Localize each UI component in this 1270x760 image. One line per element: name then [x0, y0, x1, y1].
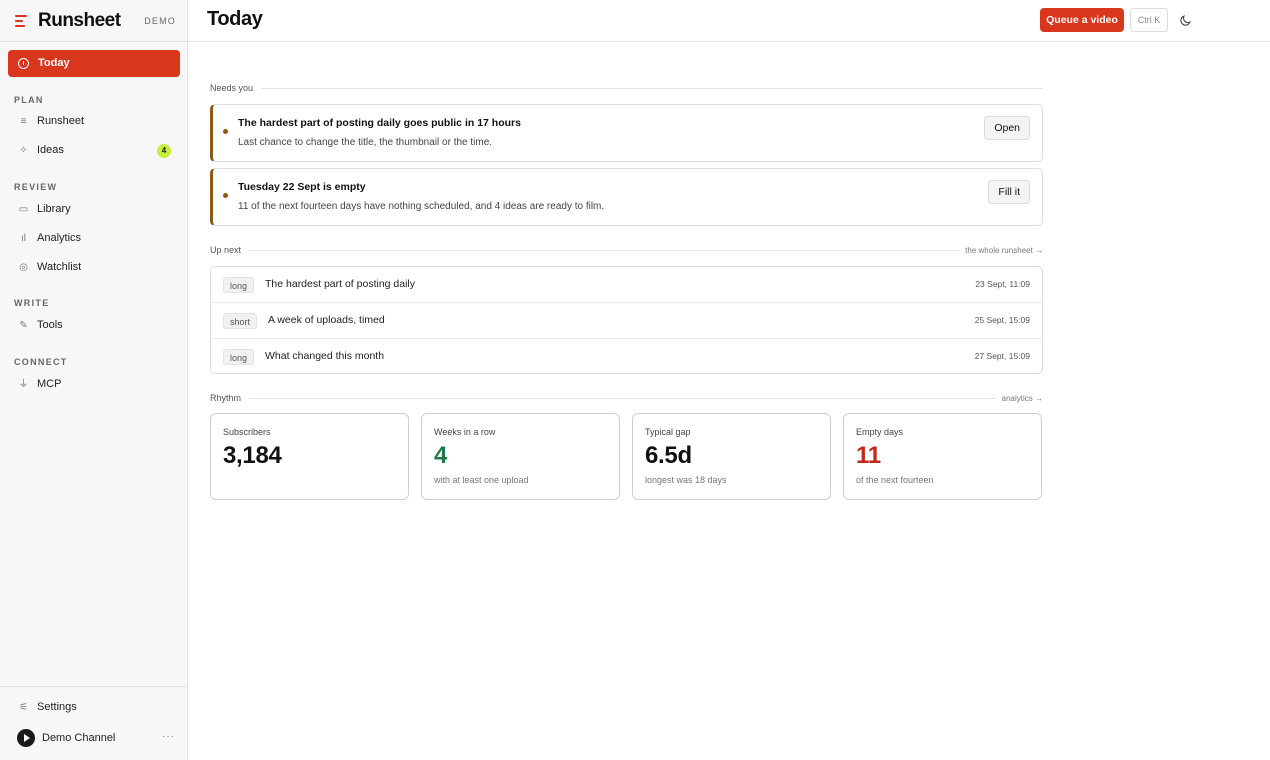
alert-dot: [223, 193, 228, 198]
section-title-review: REVIEW: [14, 182, 58, 192]
moon-icon[interactable]: [1180, 14, 1192, 26]
list-item[interactable]: long What changed this month 27 Sept, 15…: [211, 339, 1042, 375]
queue-video-button[interactable]: Queue a video: [1040, 8, 1124, 32]
sidebar: Runsheet DEMO Today PLAN ≡ Runsheet ✧ Id…: [0, 0, 188, 760]
page-title: Today: [207, 8, 263, 30]
sidebar-item-label: Ideas: [37, 144, 64, 156]
sidebar-item-settings[interactable]: ⚟ Settings: [8, 696, 180, 720]
alert-title: Tuesday 22 Sept is empty: [238, 181, 366, 193]
sidebar-item-runsheet[interactable]: ≡ Runsheet: [8, 110, 180, 134]
sliders-icon: ⚟: [19, 702, 28, 713]
stat-value: 4: [434, 442, 448, 469]
alert-dot: [223, 129, 228, 134]
list-icon: ≡: [20, 116, 27, 127]
fill-it-button[interactable]: Fill it: [988, 180, 1030, 204]
section-divider: [210, 250, 1043, 251]
demo-badge: DEMO: [144, 16, 176, 26]
more-options-icon[interactable]: ···: [162, 731, 175, 742]
section-label-rhythm: Rhythm: [210, 393, 250, 403]
sidebar-item-label: Runsheet: [37, 115, 85, 127]
sidebar-item-label: MCP: [37, 378, 62, 390]
open-button[interactable]: Open: [984, 116, 1030, 140]
section-divider: [210, 88, 1043, 89]
sidebar-item-tools[interactable]: ✎ Tools: [8, 314, 180, 338]
sidebar-item-watchlist[interactable]: ◎ Watchlist: [8, 256, 180, 280]
stat-card-empty-days: Empty days 11 of the next fourteen: [843, 413, 1042, 500]
sidebar-item-today[interactable]: Today: [8, 50, 180, 77]
section-title-plan: PLAN: [14, 95, 44, 105]
stat-card-weeks-in-a-row: Weeks in a row 4 with at least one uploa…: [421, 413, 620, 500]
section-title-connect: CONNECT: [14, 357, 68, 367]
video-title: A week of uploads, timed: [268, 314, 385, 326]
sidebar-item-label: Settings: [37, 701, 77, 713]
clock-icon: [18, 58, 29, 69]
stat-card-typical-gap: Typical gap 6.5d longest was 18 days: [632, 413, 831, 500]
scheduled-time: 25 Sept, 15:09: [974, 315, 1030, 325]
bar-chart-icon: ıl: [21, 233, 26, 244]
whole-runsheet-link[interactable]: the whole runsheet →: [959, 246, 1043, 255]
video-title: What changed this month: [265, 350, 385, 362]
section-label-up-next: Up next: [210, 245, 250, 255]
menu-icon[interactable]: [15, 15, 27, 27]
stat-value: 11: [856, 442, 881, 469]
list-item[interactable]: long The hardest part of posting daily 2…: [211, 267, 1042, 303]
stat-value: 6.5d: [645, 442, 692, 469]
stat-label: Typical gap: [645, 427, 691, 437]
format-tag: short: [223, 313, 258, 329]
up-next-list: long The hardest part of posting daily 2…: [210, 266, 1043, 374]
scheduled-time: 27 Sept, 15:09: [974, 351, 1030, 361]
format-tag: long: [223, 277, 255, 293]
sidebar-item-label: Tools: [37, 319, 63, 331]
app-logo: Runsheet: [38, 10, 121, 31]
top-header: Today Queue a video Ctrl K: [188, 0, 1270, 42]
alert-card: The hardest part of posting daily goes p…: [210, 104, 1043, 162]
library-icon: ▭: [18, 204, 29, 215]
sidebar-item-label: Analytics: [37, 232, 82, 244]
ideas-count-badge: 4: [157, 144, 171, 158]
command-palette-shortcut[interactable]: Ctrl K: [1130, 8, 1168, 32]
format-tag: long: [223, 349, 255, 365]
channel-name[interactable]: Demo Channel: [42, 732, 115, 744]
stat-note: longest was 18 days: [645, 475, 727, 485]
target-icon: ◎: [19, 262, 28, 273]
alert-title: The hardest part of posting daily goes p…: [238, 117, 521, 129]
section-label-needs-you: Needs you: [210, 83, 262, 93]
sidebar-item-ideas[interactable]: ✧ Ideas 4: [8, 139, 180, 163]
video-title: The hardest part of posting daily: [265, 278, 416, 290]
scheduled-time: 23 Sept, 11:09: [975, 279, 1030, 289]
sidebar-item-label: Library: [37, 203, 71, 215]
brand-bar: Runsheet DEMO: [0, 0, 188, 42]
analytics-link[interactable]: analytics →: [995, 394, 1043, 403]
pencil-icon: ✎: [19, 320, 28, 331]
sidebar-item-label: Watchlist: [37, 261, 82, 273]
plug-icon: ⏚: [18, 379, 29, 390]
sidebar-item-label: Today: [38, 57, 70, 69]
stat-label: Subscribers: [223, 427, 271, 437]
sidebar-item-analytics[interactable]: ıl Analytics: [8, 227, 180, 251]
stat-note: with at least one upload: [434, 475, 529, 485]
list-item[interactable]: short A week of uploads, timed 25 Sept, …: [211, 303, 1042, 339]
stat-value: 3,184: [223, 442, 282, 469]
sidebar-item-mcp[interactable]: ⏚ MCP: [8, 373, 180, 397]
stat-card-subscribers: Subscribers 3,184: [210, 413, 409, 500]
stat-label: Weeks in a row: [434, 427, 496, 437]
section-divider: [210, 398, 1043, 399]
stat-label: Empty days: [856, 427, 904, 437]
alert-subtitle: Last chance to change the title, the thu…: [238, 137, 493, 148]
alert-subtitle: 11 of the next fourteen days have nothin…: [238, 201, 605, 212]
sidebar-item-library[interactable]: ▭ Library: [8, 198, 180, 222]
stat-note: of the next fourteen: [856, 475, 934, 485]
sparkle-icon: ✧: [19, 145, 28, 156]
alert-card: Tuesday 22 Sept is empty 11 of the next …: [210, 168, 1043, 226]
section-title-write: WRITE: [14, 298, 50, 308]
channel-avatar[interactable]: [17, 729, 35, 747]
